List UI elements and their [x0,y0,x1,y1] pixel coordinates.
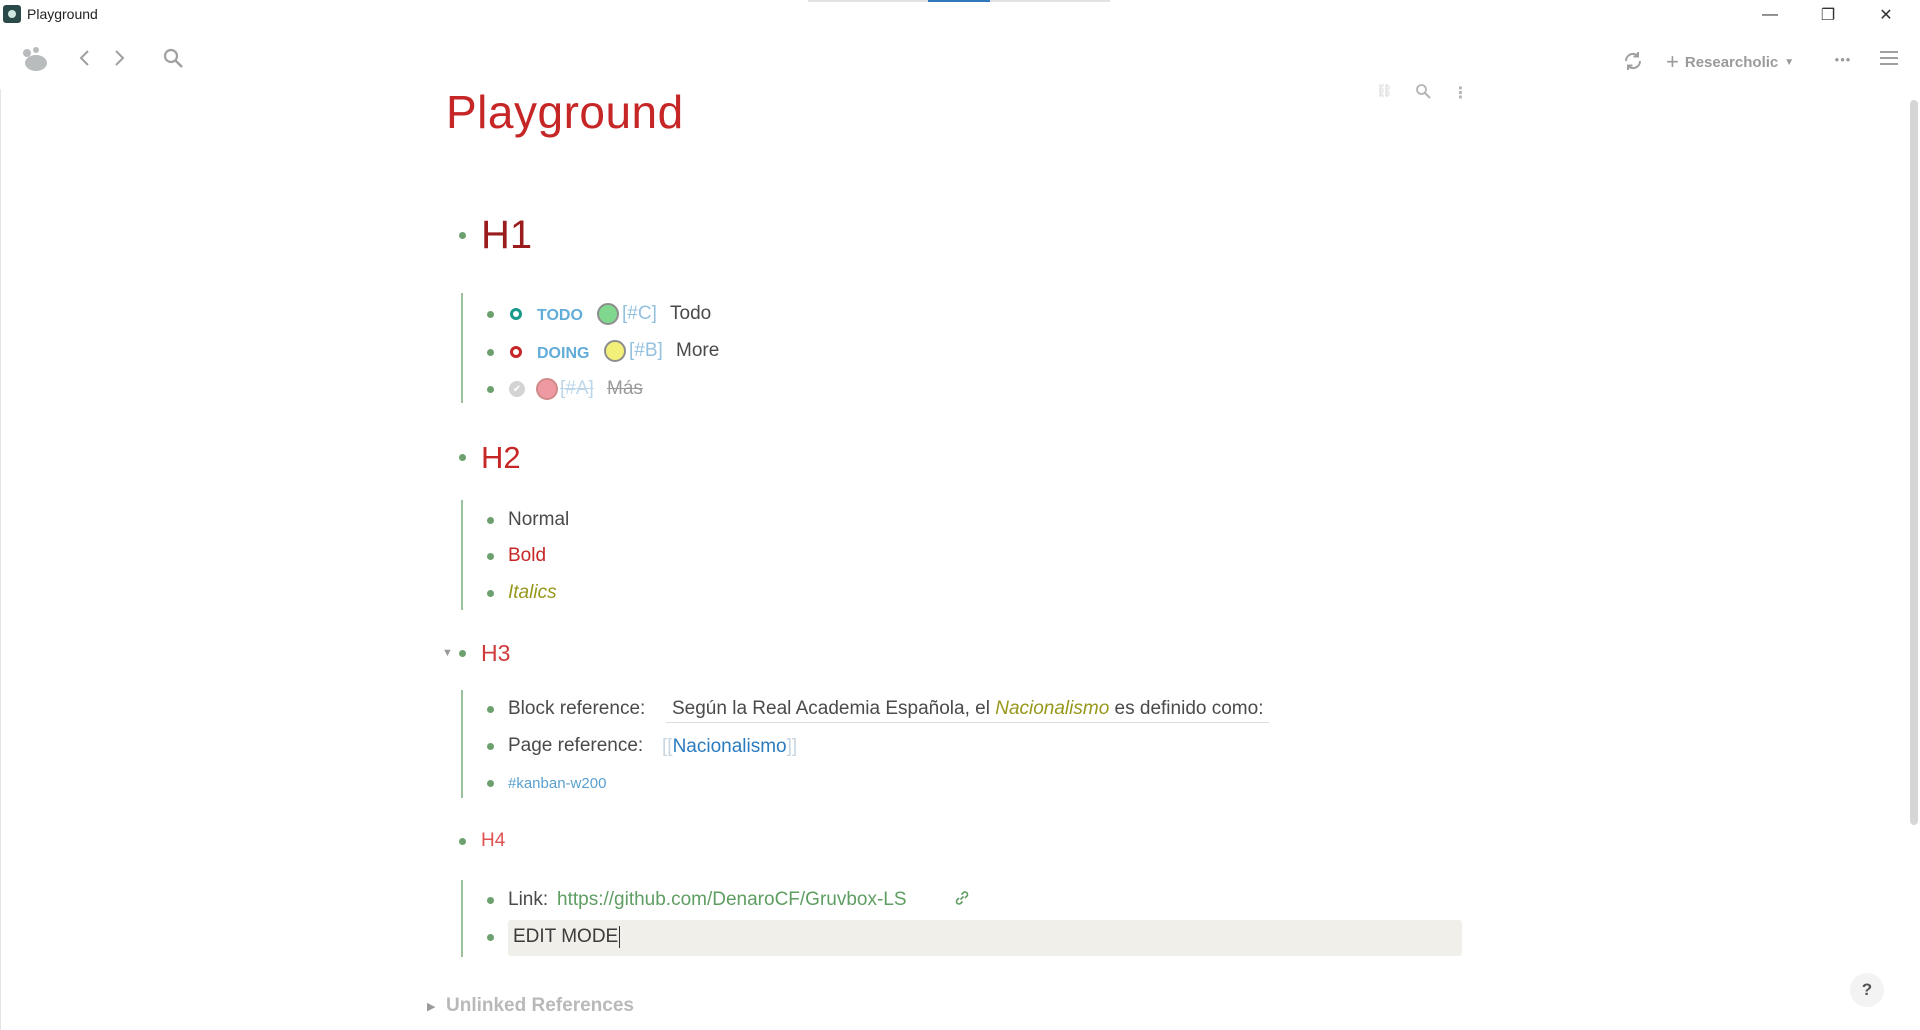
forward-arrow-icon[interactable] [108,44,132,72]
children-guide-line [461,500,463,610]
bullet-dot[interactable] [487,553,494,560]
heading-h1[interactable]: H1 [481,213,532,258]
priority-a-dot-icon [536,378,558,400]
plus-icon: + [1666,49,1679,74]
todo-marker[interactable]: TODO [537,307,583,325]
window-titlebar: Playground — ❐ ✕ [0,0,1920,29]
bullet-dot[interactable] [487,897,494,904]
tab-indicator [808,0,928,2]
caret-down-icon: ▼ [1784,56,1795,68]
page-reference[interactable]: [[Nacionalismo]] [662,736,797,758]
window-title: Playground [27,6,98,22]
block-reference[interactable]: Según la Real Academia Española, el Naci… [666,698,1270,723]
graph-name: Researcholic [1684,53,1779,71]
scrollbar-thumb[interactable] [1910,100,1918,825]
help-button[interactable]: ? [1850,973,1884,1007]
bullet-dot[interactable] [487,780,494,787]
priority-c-dot-icon [597,303,619,325]
block-ref-label: Block reference: [508,698,646,719]
page-search-icon[interactable] [1415,83,1431,104]
tag-link[interactable]: #kanban-w200 [508,775,606,792]
bullet-dot[interactable] [487,743,494,750]
tab-indicator [990,0,1110,2]
back-arrow-icon[interactable] [72,44,96,72]
bullet-dot[interactable] [459,838,466,845]
priority-b-dot-icon [604,340,626,362]
bullet-dot[interactable] [487,517,494,524]
bold-text[interactable]: Bold [508,545,546,567]
link-label: Link: [508,889,549,910]
bullet-dot[interactable] [487,311,494,318]
block-ref-text: Según la Real Academia Española, el [672,698,990,719]
editor-text: EDIT MODE [513,926,621,948]
children-guide-line [461,293,463,403]
page-link-icon[interactable]: ⛓ [1376,83,1393,104]
page-ref-bracket: ]] [786,736,798,757]
bullet-dot[interactable] [487,934,494,941]
page-title[interactable]: Playground [446,85,684,139]
doing-text[interactable]: More [676,340,719,362]
bullet-dot[interactable] [459,454,466,461]
bullet-dot[interactable] [459,232,466,239]
app-logo-icon [3,5,21,23]
page-ref-label: Page reference: [508,735,644,756]
app-toolbar: ••• [0,29,1920,89]
heading-h4[interactable]: H4 [481,830,505,852]
block-ref-italic: Nacionalismo [995,698,1110,719]
children-guide-line [461,880,463,957]
collapse-arrow-icon[interactable]: ▼ [442,647,453,659]
restore-button[interactable]: ❐ [1808,3,1848,27]
bullet-dot[interactable] [487,349,494,356]
left-border [0,89,1,1030]
doing-checkbox-icon[interactable] [510,346,522,358]
todo-checkbox-icon[interactable] [510,308,522,320]
sync-icon[interactable] [1620,48,1646,74]
page-menu-kebab-icon[interactable]: ⋮ [1453,83,1469,104]
page-actions: ⛓ ⋮ [1376,83,1469,104]
search-icon[interactable] [160,45,186,71]
block-editor-textarea[interactable]: EDIT MODE [508,920,1462,956]
priority-tag[interactable]: [#C] [622,303,657,325]
doing-marker[interactable]: DOING [537,345,589,363]
priority-tag[interactable]: [#B] [629,340,663,362]
right-sidebar-menu-icon[interactable] [1876,45,1902,71]
page-ref-link[interactable]: Nacionalismo [673,736,787,757]
graph-selector[interactable]: + Researcholic ▼ [1666,49,1794,75]
more-options-icon[interactable]: ••• [1828,49,1858,69]
close-button[interactable]: ✕ [1866,3,1906,27]
tab-indicator-active [928,0,990,2]
done-text[interactable]: Más [607,378,643,400]
bullet-dot[interactable] [487,706,494,713]
page-ref-bracket: [[ [662,736,673,757]
heading-h3[interactable]: H3 [481,640,510,667]
bullet-dot[interactable] [459,650,466,657]
heading-h2[interactable]: H2 [481,440,521,476]
children-guide-line [461,690,463,798]
block-ref-text: es definido como: [1114,698,1264,719]
priority-tag[interactable]: [#A] [560,378,594,400]
normal-text[interactable]: Normal [508,509,569,531]
left-sidebar-toggle-icon[interactable] [18,43,50,75]
bullet-dot[interactable] [487,386,494,393]
unlinked-references-toggle[interactable]: Unlinked References [446,995,634,1017]
external-link[interactable]: https://github.com/DenaroCF/Gruvbox-LS [557,889,907,911]
minimize-button[interactable]: — [1750,3,1790,27]
external-link-icon[interactable] [954,890,972,908]
todo-text[interactable]: Todo [670,303,711,325]
italic-text[interactable]: Italics [508,582,557,604]
done-check-icon[interactable]: ✔ [509,381,525,397]
expand-arrow-icon[interactable]: ▶ [427,1000,435,1013]
bullet-dot[interactable] [487,590,494,597]
